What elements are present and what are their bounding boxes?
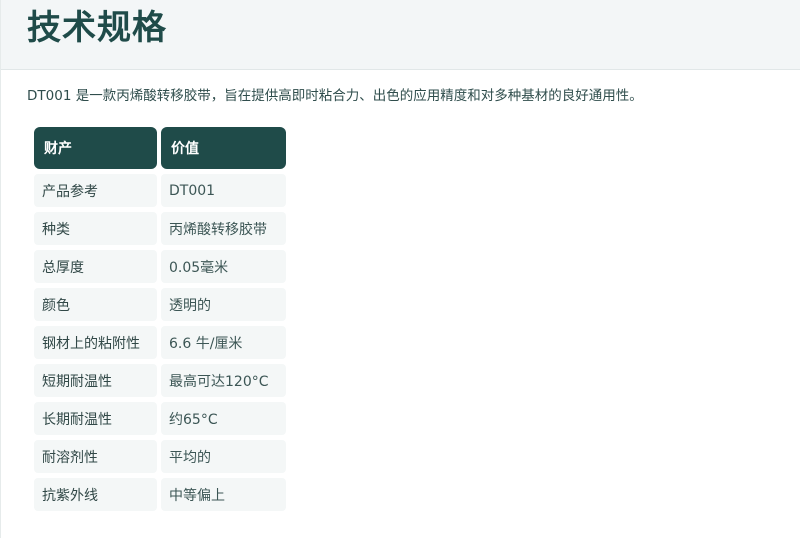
page-header: 技术规格 xyxy=(1,0,800,70)
value-cell: 0.05毫米 xyxy=(161,250,286,283)
value-cell: 透明的 xyxy=(161,288,286,321)
spec-table: 财产 价值 产品参考 DT001 种类 丙烯酸转移胶带 总厚度 0.05毫米 颜… xyxy=(30,122,290,516)
value-cell: 6.6 牛/厘米 xyxy=(161,326,286,359)
table-row: 总厚度 0.05毫米 xyxy=(34,250,286,283)
value-cell: DT001 xyxy=(161,174,286,207)
table-row: 产品参考 DT001 xyxy=(34,174,286,207)
table-header-row: 财产 价值 xyxy=(34,127,286,169)
value-cell: 约65°C xyxy=(161,402,286,435)
document-page: 技术规格 DT001 是一款丙烯酸转移胶带，旨在提供高即时粘合力、出色的应用精度… xyxy=(0,0,800,538)
table-row: 颜色 透明的 xyxy=(34,288,286,321)
property-cell: 产品参考 xyxy=(34,174,157,207)
table-row: 种类 丙烯酸转移胶带 xyxy=(34,212,286,245)
property-cell: 颜色 xyxy=(34,288,157,321)
property-cell: 长期耐温性 xyxy=(34,402,157,435)
property-cell: 总厚度 xyxy=(34,250,157,283)
property-cell: 耐溶剂性 xyxy=(34,440,157,473)
table-row: 耐溶剂性 平均的 xyxy=(34,440,286,473)
property-cell: 抗紫外线 xyxy=(34,478,157,511)
value-cell: 中等偏上 xyxy=(161,478,286,511)
table-row: 钢材上的粘附性 6.6 牛/厘米 xyxy=(34,326,286,359)
value-cell: 平均的 xyxy=(161,440,286,473)
property-cell: 钢材上的粘附性 xyxy=(34,326,157,359)
value-cell: 最高可达120°C xyxy=(161,364,286,397)
page-title: 技术规格 xyxy=(27,8,167,48)
column-header-property: 财产 xyxy=(34,127,157,169)
value-cell: 丙烯酸转移胶带 xyxy=(161,212,286,245)
table-row: 长期耐温性 约65°C xyxy=(34,402,286,435)
table-row: 短期耐温性 最高可达120°C xyxy=(34,364,286,397)
property-cell: 种类 xyxy=(34,212,157,245)
table-row: 抗紫外线 中等偏上 xyxy=(34,478,286,511)
column-header-value: 价值 xyxy=(161,127,286,169)
intro-paragraph: DT001 是一款丙烯酸转移胶带，旨在提供高即时粘合力、出色的应用精度和对多种基… xyxy=(27,88,643,104)
property-cell: 短期耐温性 xyxy=(34,364,157,397)
